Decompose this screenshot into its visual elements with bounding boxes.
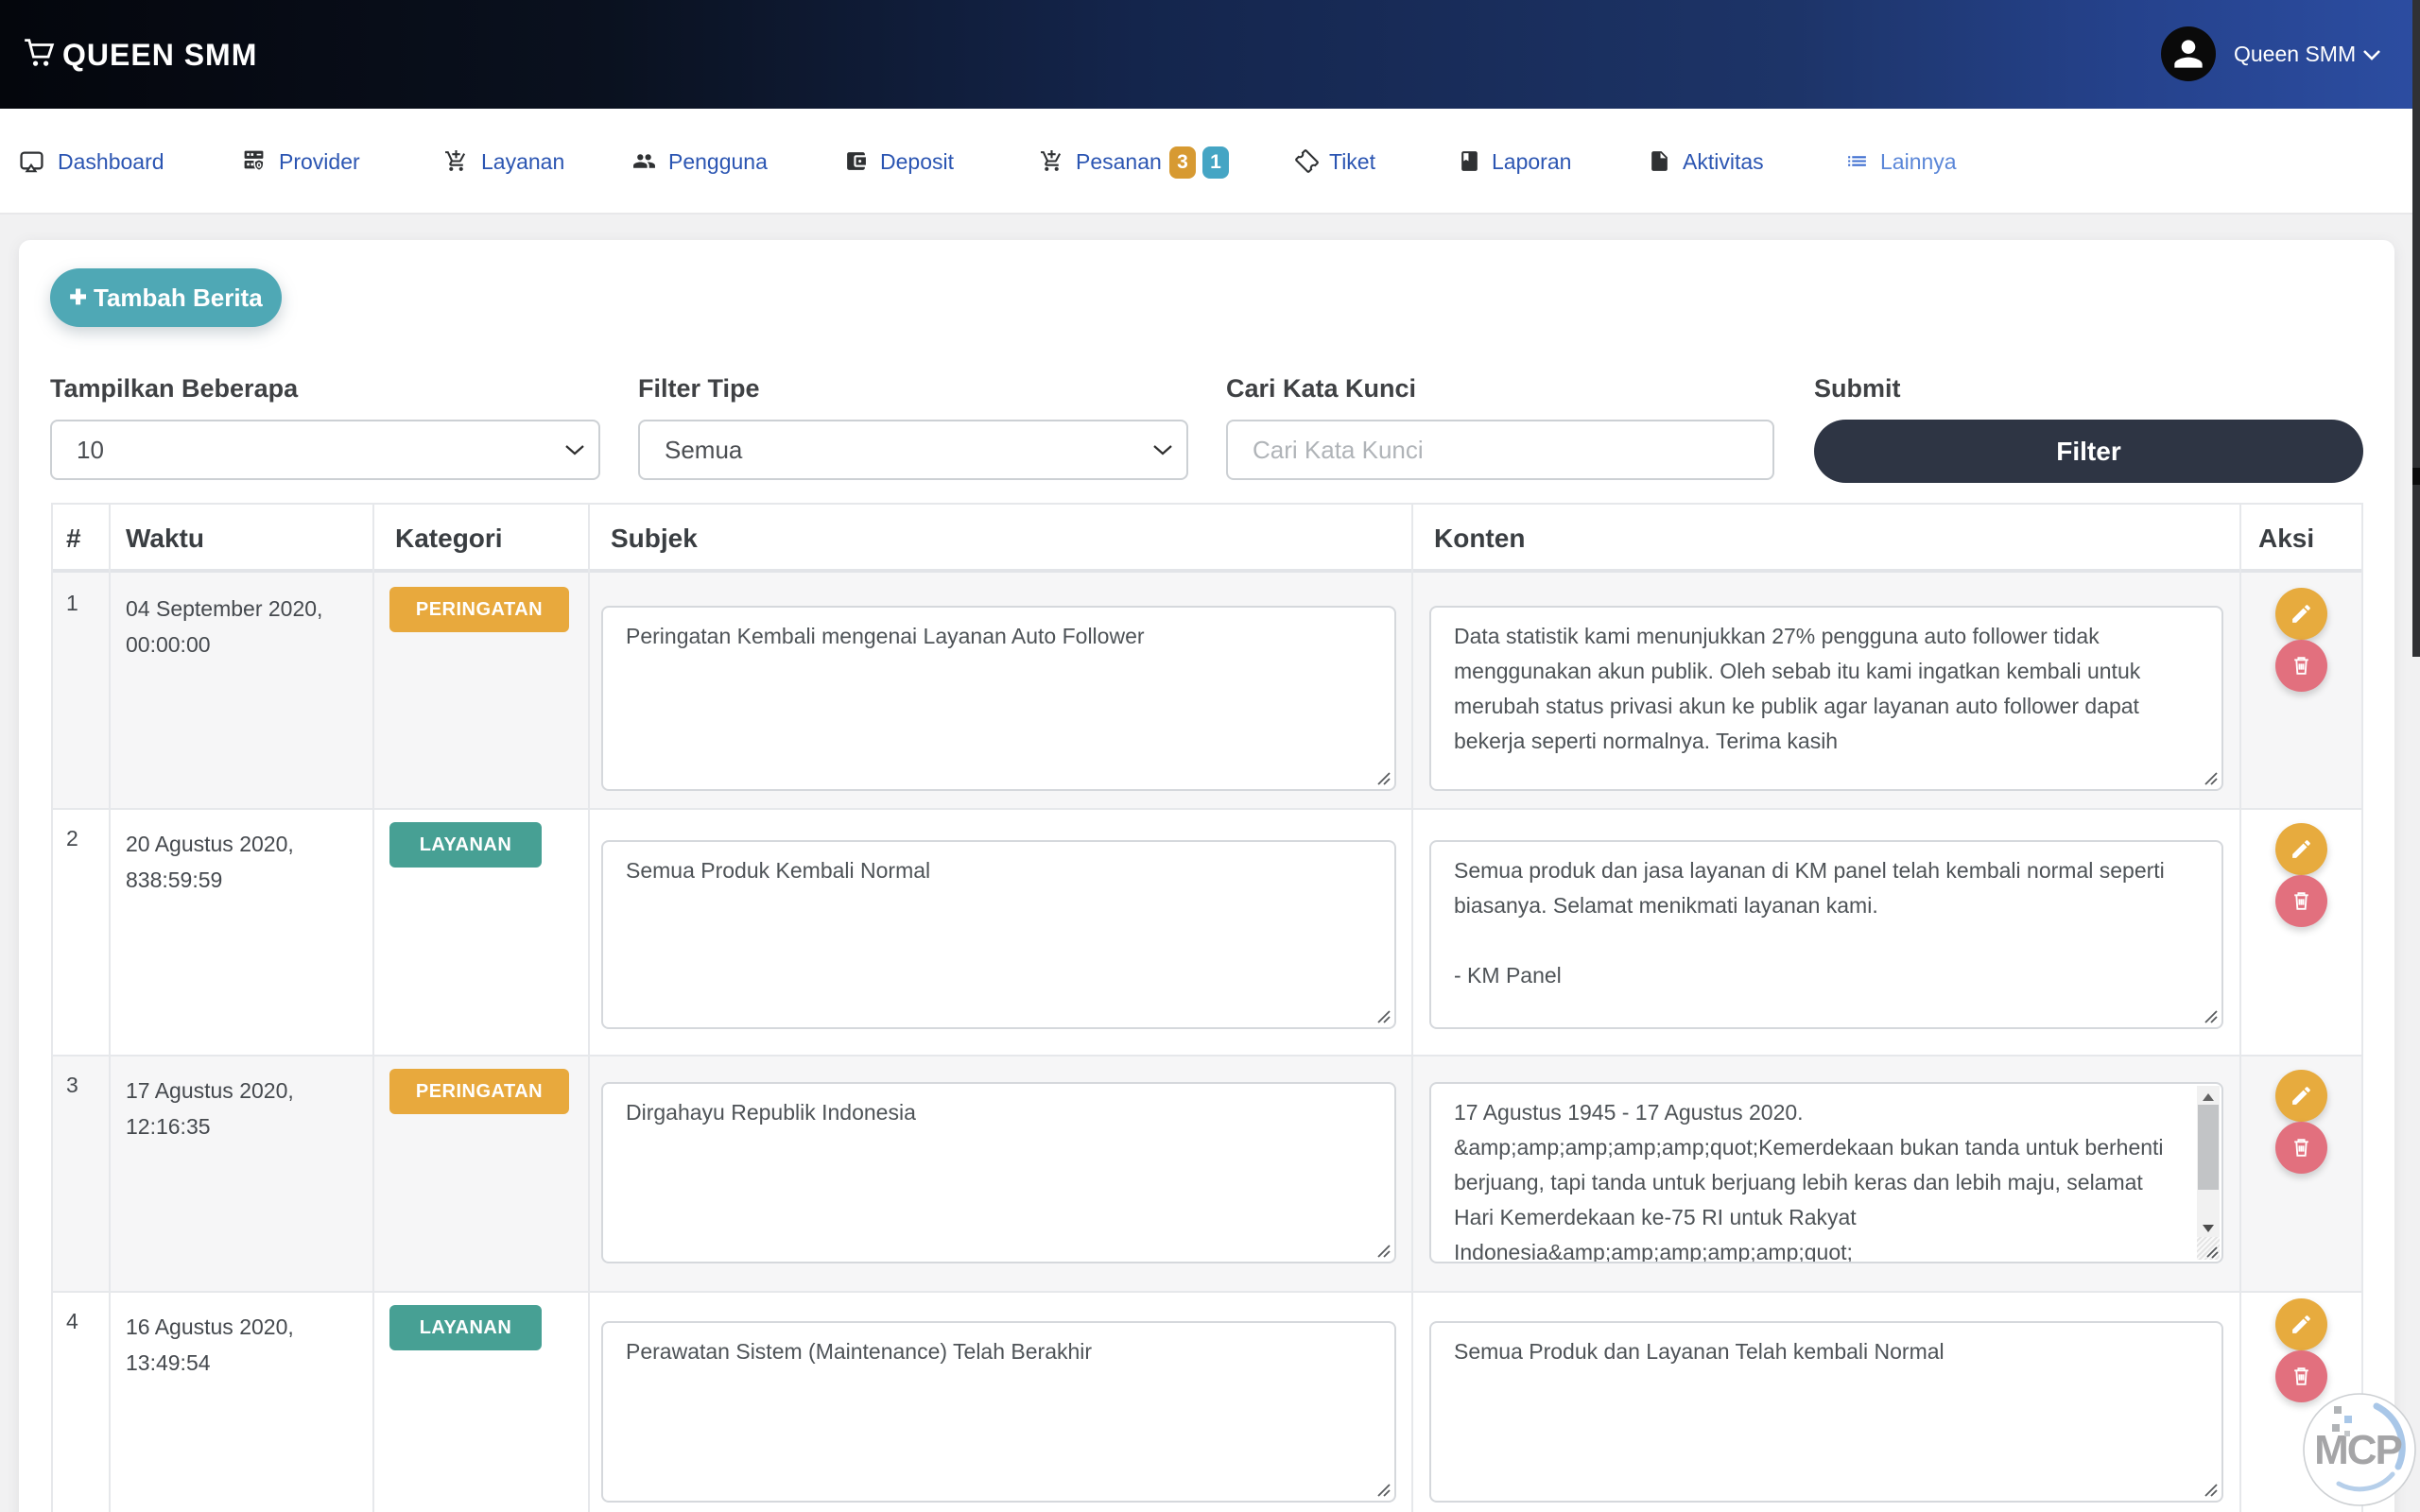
svg-text:MCP: MCP — [2314, 1427, 2401, 1473]
